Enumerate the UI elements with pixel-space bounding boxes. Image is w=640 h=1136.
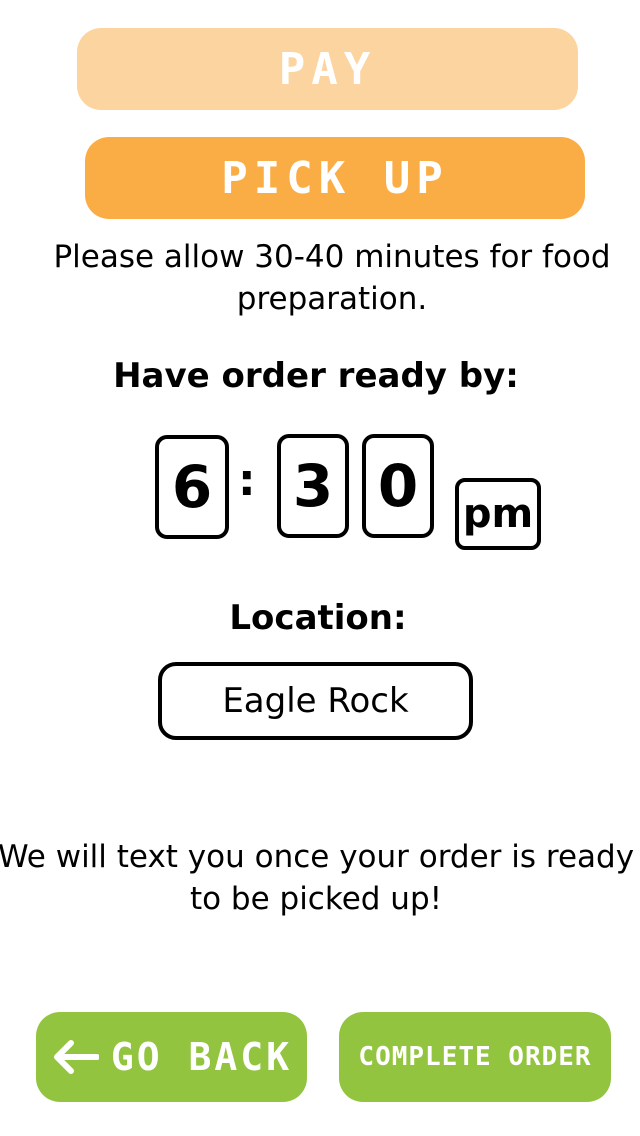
complete-order-button[interactable]: COMPLETE ORDER	[339, 1012, 611, 1102]
hour-digit-value: 6	[171, 453, 213, 521]
location-value: Eagle Rock	[222, 681, 409, 721]
minute-ones-box[interactable]: 0	[362, 434, 434, 538]
pay-tab[interactable]: PAY	[77, 28, 578, 110]
hour-digit-box[interactable]: 6	[155, 435, 229, 539]
minute-ones-value: 0	[377, 452, 419, 520]
complete-order-label: COMPLETE ORDER	[358, 1042, 592, 1072]
pickup-tab[interactable]: PICK UP	[85, 137, 585, 219]
location-heading: Location:	[229, 598, 407, 638]
minute-tens-box[interactable]: 3	[277, 434, 349, 538]
go-back-button[interactable]: GO BACK	[36, 1012, 307, 1102]
go-back-label: GO BACK	[110, 1035, 293, 1079]
pickup-tab-label: PICK UP	[221, 152, 449, 204]
am-pm-box[interactable]: pm	[455, 478, 541, 550]
text-notification-note: We will text you once your order is read…	[0, 839, 635, 917]
ready-by-heading: Have order ready by:	[113, 356, 519, 396]
time-separator: :	[238, 455, 256, 506]
prep-time-note: Please allow 30-40 minutes for food prep…	[53, 239, 611, 317]
pay-tab-label: PAY	[278, 43, 377, 95]
arrow-left-icon	[53, 1040, 99, 1074]
am-pm-value: pm	[462, 491, 534, 537]
location-field[interactable]: Eagle Rock	[158, 662, 473, 740]
minute-tens-value: 3	[292, 452, 334, 520]
